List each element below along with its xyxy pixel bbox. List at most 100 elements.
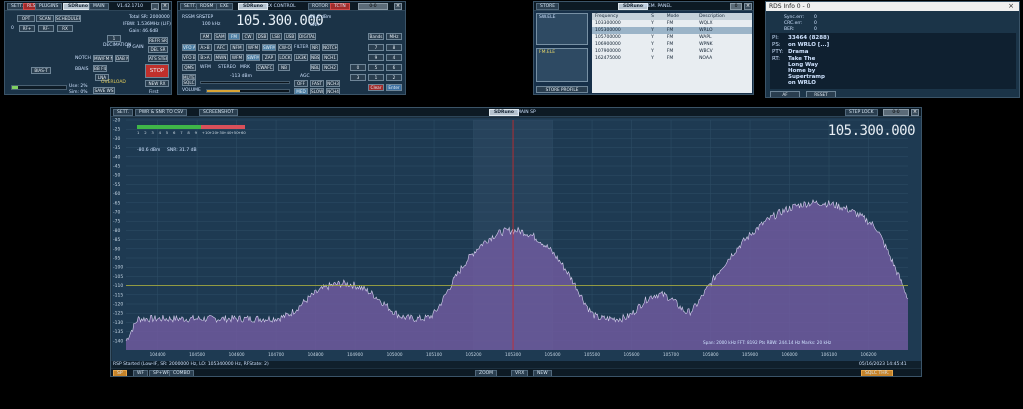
close-icon[interactable]: × xyxy=(394,3,402,10)
store-button[interactable]: STORE xyxy=(536,3,560,10)
pwr-snr-csv-button[interactable]: PWR & SNR TO CSV xyxy=(135,109,188,116)
col-s[interactable]: S xyxy=(648,13,664,20)
col-mode[interactable]: Mode xyxy=(663,13,697,20)
rotor-button[interactable]: ROTOR xyxy=(308,3,333,10)
table-row-selected[interactable]: 105300000 Y FM WRLO xyxy=(592,27,752,34)
sqlc-button[interactable]: SQLC xyxy=(182,79,196,86)
big-frequency-display[interactable]: 105.300.000 xyxy=(828,123,916,139)
table-row[interactable]: 105700000 Y FM WAPL xyxy=(592,34,752,41)
volume-slider[interactable] xyxy=(206,89,290,93)
key-8[interactable]: 8 xyxy=(386,44,402,51)
scan-button[interactable]: SCAN xyxy=(36,15,54,22)
mw-fm-button[interactable]: MW/FM NOTCH xyxy=(93,55,113,62)
lock-button[interactable]: LOCK xyxy=(278,54,292,61)
step-lock-button[interactable]: STEP LOCK xyxy=(845,109,878,116)
cwafc-button[interactable]: CWAFC xyxy=(256,64,274,71)
key-6[interactable]: 6 xyxy=(386,64,402,71)
nfm-button[interactable]: NFM xyxy=(230,44,244,51)
minimize-icon[interactable]: _ xyxy=(151,3,159,10)
table-row[interactable]: 107900000 Y FM WBCV xyxy=(592,48,752,55)
enter-button[interactable]: Enter xyxy=(386,84,402,91)
stop-button[interactable]: STOP xyxy=(145,64,169,78)
bias-t-button[interactable]: BIAS-T xyxy=(31,67,51,74)
qms-button[interactable]: QMS xyxy=(182,64,196,71)
dab-button[interactable]: DAB NOTCH xyxy=(115,55,129,62)
af-button[interactable]: AF xyxy=(770,91,800,97)
wfm-button[interactable]: WFM xyxy=(246,44,260,51)
swfm-b-button[interactable]: SWFM xyxy=(246,54,260,61)
sett-button[interactable]: SETT. xyxy=(113,109,134,116)
key-4[interactable]: 4 xyxy=(386,54,402,61)
bb-filter-button[interactable]: BB FILT xyxy=(93,65,107,72)
mode-fm[interactable]: FM xyxy=(228,33,240,40)
key-7[interactable]: 7 xyxy=(368,44,384,51)
list-box-fm[interactable]: FM.ELE xyxy=(536,48,588,82)
spectrum-chart[interactable]: -20 -25 -30 -35 -40 -45 -50 -55 -60 -65 -70 -75 -80 -… xyxy=(112,118,922,362)
sqlc-thr-button[interactable]: SQLC THR. xyxy=(861,370,894,376)
col-description[interactable]: Description xyxy=(696,13,752,20)
nblim-button[interactable]: NBLIM xyxy=(310,64,320,71)
a-to-b-button[interactable]: A>B xyxy=(198,44,212,51)
nr-button[interactable]: NR xyxy=(310,44,320,51)
decimation-value[interactable]: 1 xyxy=(107,35,121,42)
key-1[interactable]: 1 xyxy=(368,74,384,81)
close-icon[interactable]: × xyxy=(911,109,919,116)
nch1-button[interactable]: NCH1 xyxy=(322,54,338,61)
store-profile-button[interactable]: STORE PROFILE xyxy=(536,86,588,93)
cw-op-button[interactable]: CW-OP xyxy=(278,44,292,51)
notch-button[interactable]: NOTCH xyxy=(322,44,338,51)
nch4-button[interactable]: NCH4 xyxy=(326,88,340,94)
close-icon[interactable]: × xyxy=(161,3,169,10)
mode-usb[interactable]: USB xyxy=(284,33,296,40)
list-item[interactable]: SW.ELE xyxy=(539,15,555,20)
plugins-button[interactable]: PLUGINS xyxy=(35,3,63,10)
table-row[interactable]: 162475000 Y FM NOAA xyxy=(592,55,752,62)
nbs-button[interactable]: NBS xyxy=(310,54,320,61)
key-9[interactable]: 9 xyxy=(368,54,384,61)
list-item[interactable]: FM.ELE xyxy=(539,50,555,55)
nch2-button[interactable]: NCH2 xyxy=(322,64,338,71)
zap-button[interactable]: ZAP xyxy=(262,54,276,61)
bands-button[interactable]: Bands xyxy=(368,33,384,40)
sp-button[interactable]: SP xyxy=(113,370,127,376)
mode-lsb[interactable]: LSB xyxy=(270,33,282,40)
rdsm-button[interactable]: RDSM xyxy=(196,3,218,10)
mode-digital[interactable]: DIGITAL xyxy=(298,33,316,40)
vrx-button[interactable]: VRX xyxy=(511,370,529,376)
vfo-a-button[interactable]: VFO A xyxy=(182,44,196,51)
clear-button[interactable]: Clear xyxy=(368,84,384,91)
save-ws-button[interactable]: SAVE WS xyxy=(93,87,115,94)
wfm-b-button[interactable]: WFM xyxy=(230,54,244,61)
key-0[interactable]: 0 xyxy=(350,64,366,71)
reset-button[interactable]: RESET xyxy=(806,91,836,97)
close-icon[interactable]: × xyxy=(1005,2,1017,10)
agc-fast[interactable]: FAST xyxy=(310,80,324,87)
agc-off[interactable]: OFF xyxy=(294,80,308,87)
key-2[interactable]: 2 xyxy=(386,74,402,81)
exe-button[interactable]: EXE xyxy=(216,3,233,10)
key-5[interactable]: 5 xyxy=(368,64,384,71)
tctn-button[interactable]: TCTN xyxy=(330,3,350,10)
mhz-button[interactable]: MHz xyxy=(386,33,402,40)
squelch-slider[interactable] xyxy=(200,81,290,84)
afc-button[interactable]: AFC xyxy=(214,44,228,51)
rx-button[interactable]: RX xyxy=(57,25,73,32)
list-box-sw[interactable]: SW.ELE xyxy=(536,13,588,45)
ats-step-button[interactable]: ATS STEP xyxy=(148,55,168,62)
new-rx-button[interactable]: NEW RX xyxy=(145,80,169,87)
table-row[interactable]: 103300000 Y FM WQLX xyxy=(592,20,752,27)
key-3[interactable]: 3 xyxy=(350,74,366,81)
mode-cw[interactable]: CW xyxy=(242,33,254,40)
close-icon[interactable]: × xyxy=(744,3,752,10)
mode-am[interactable]: AM xyxy=(200,33,212,40)
agc-med[interactable]: MED xyxy=(294,88,308,94)
zoom-button[interactable]: ZOOM xyxy=(475,370,498,376)
nch3-button[interactable]: NCH3 xyxy=(326,80,340,87)
rf-plus-button[interactable]: RF+ xyxy=(19,25,35,32)
opt-button[interactable]: OPT xyxy=(17,15,35,22)
col-frequency[interactable]: Frequency xyxy=(592,13,649,20)
rf-minus-button[interactable]: RF- xyxy=(38,25,54,32)
mode-sam[interactable]: SAM xyxy=(214,33,226,40)
vfo-b-button[interactable]: VFO B xyxy=(182,54,196,61)
swfm-button[interactable]: SWFM xyxy=(262,44,276,51)
